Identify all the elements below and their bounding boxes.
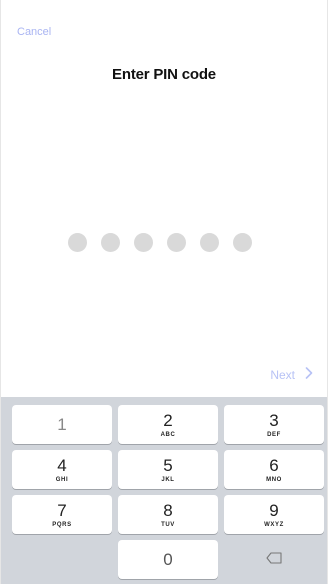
key-digit: 4 [57, 456, 67, 475]
pin-entry-screen: Cancel Enter PIN code Next 1 2 ABC 3 DEF… [0, 0, 328, 584]
key-3[interactable]: 3 DEF [224, 405, 324, 444]
key-digit: 2 [163, 411, 173, 430]
key-letters: MNO [266, 477, 282, 483]
next-button[interactable]: Next [270, 367, 313, 382]
key-9[interactable]: 9 WXYZ [224, 495, 324, 534]
key-letters: TUV [161, 522, 175, 528]
key-digit: 1 [57, 415, 67, 434]
key-1[interactable]: 1 [12, 405, 112, 444]
backspace-icon [266, 551, 282, 569]
key-0[interactable]: 0 [118, 540, 218, 579]
key-letters: JKL [161, 477, 175, 483]
key-digit: 5 [163, 456, 173, 475]
key-digit: 7 [57, 501, 67, 520]
key-letters: DEF [267, 432, 281, 438]
numeric-keypad: 1 2 ABC 3 DEF 4 GHI 5 JKL 6 MNO 7 PQRS 8… [1, 397, 327, 584]
chevron-right-icon [305, 367, 313, 382]
key-7[interactable]: 7 PQRS [12, 495, 112, 534]
cancel-button[interactable]: Cancel [17, 26, 51, 38]
key-digit: 9 [269, 501, 279, 520]
key-digit: 0 [163, 550, 173, 569]
key-digit: 3 [269, 411, 279, 430]
pin-dot [233, 233, 252, 252]
pin-dot [167, 233, 186, 252]
key-letters: WXYZ [264, 522, 284, 528]
key-digit: 8 [163, 501, 173, 520]
backspace-button[interactable] [224, 540, 324, 579]
pin-dots [0, 233, 327, 252]
key-8[interactable]: 8 TUV [118, 495, 218, 534]
key-6[interactable]: 6 MNO [224, 450, 324, 489]
key-empty [12, 540, 112, 579]
pin-dot [200, 233, 219, 252]
key-digit: 6 [269, 456, 279, 475]
pin-dot [68, 233, 87, 252]
key-letters: ABC [160, 432, 176, 438]
key-2[interactable]: 2 ABC [118, 405, 218, 444]
key-4[interactable]: 4 GHI [12, 450, 112, 489]
page-title: Enter PIN code [112, 66, 216, 83]
key-5[interactable]: 5 JKL [118, 450, 218, 489]
pin-dot [101, 233, 120, 252]
next-label: Next [270, 367, 295, 382]
pin-dot [134, 233, 153, 252]
key-letters: GHI [55, 477, 69, 483]
key-letters: PQRS [52, 522, 72, 528]
